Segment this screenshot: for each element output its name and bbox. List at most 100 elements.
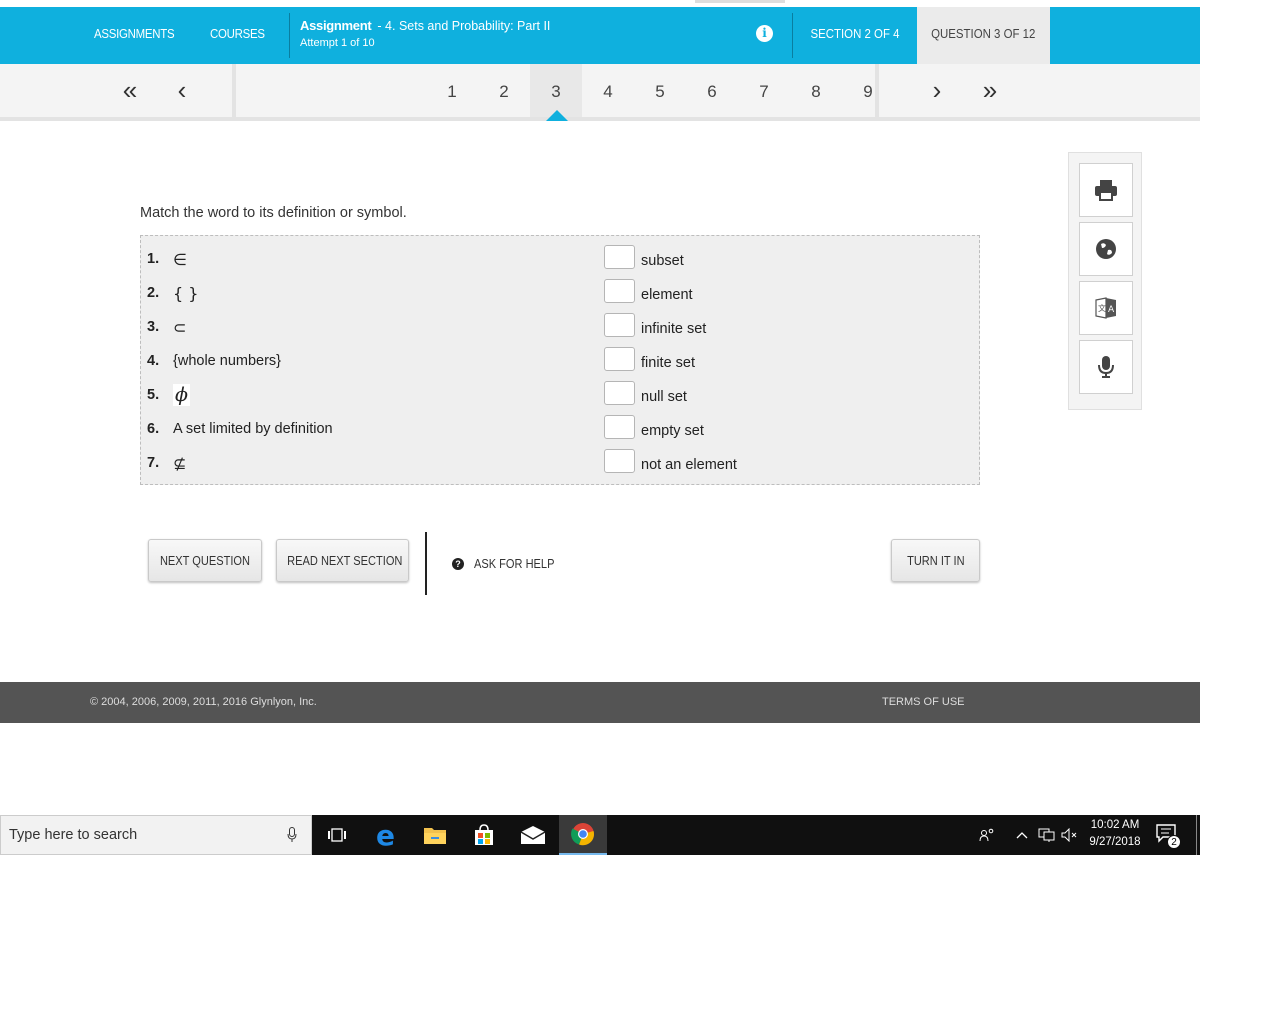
- actions-divider: [425, 532, 427, 595]
- term-text: {whole numbers}: [173, 353, 282, 369]
- notification-badge: 2: [1167, 835, 1181, 849]
- answer-input[interactable]: [604, 279, 635, 303]
- edge-browser-icon[interactable]: e: [363, 815, 411, 855]
- chevron-up-icon[interactable]: [1014, 815, 1030, 855]
- svg-text:A: A: [1108, 305, 1115, 315]
- answer-input[interactable]: [604, 245, 635, 269]
- term-row: 2. { }: [147, 276, 198, 310]
- browser-top-strip: [0, 0, 1200, 7]
- attempt-counter: Attempt 1 of 10: [300, 37, 375, 49]
- system-clock[interactable]: 10:02 AM 9/27/2018: [1084, 817, 1146, 851]
- assignment-name: - 4. Sets and Probability: Part II: [377, 19, 551, 33]
- answer-input[interactable]: [604, 313, 635, 337]
- question-number-5[interactable]: 5: [634, 64, 686, 117]
- clock-time: 10:02 AM: [1090, 819, 1140, 831]
- read-next-section-button[interactable]: READ NEXT SECTION: [276, 539, 409, 582]
- globe-button[interactable]: [1079, 222, 1133, 276]
- answer-input[interactable]: [604, 381, 635, 405]
- volume-muted-icon[interactable]: [1060, 815, 1080, 855]
- question-number-4[interactable]: 4: [582, 64, 634, 117]
- globe-icon: [1096, 239, 1116, 259]
- svg-text:文: 文: [1098, 303, 1106, 313]
- copyright-text: © 2004, 2006, 2009, 2011, 2016 Glynlyon,…: [90, 696, 317, 708]
- definition-row: infinite set: [604, 312, 706, 346]
- question-navigation: « ‹ 123456789 › »: [0, 64, 1200, 121]
- microphone-icon: [1098, 356, 1114, 378]
- translate-icon: A文: [1095, 297, 1116, 319]
- turn-it-in-label: TURN IT IN: [906, 553, 965, 568]
- microphone-button[interactable]: [1079, 340, 1133, 394]
- nav-separator: [875, 64, 879, 117]
- question-number-2[interactable]: 2: [478, 64, 530, 117]
- term-row: 6. A set limited by definition: [147, 412, 333, 446]
- print-icon: [1095, 180, 1117, 201]
- term-number: 1.: [147, 251, 160, 267]
- term-row: 1. ∈: [147, 242, 187, 276]
- assignments-link[interactable]: ASSIGNMENTS: [94, 7, 175, 64]
- term-text: ∈: [173, 249, 187, 269]
- action-center-icon[interactable]: 2: [1155, 823, 1181, 849]
- file-explorer-icon[interactable]: [411, 815, 459, 855]
- question-number-6[interactable]: 6: [686, 64, 738, 117]
- question-number-7[interactable]: 7: [738, 64, 790, 117]
- task-view-icon[interactable]: [313, 815, 361, 855]
- term-number: 6.: [147, 421, 160, 437]
- definition-row: not an element: [604, 448, 737, 482]
- read-next-section-label: READ NEXT SECTION: [287, 553, 403, 568]
- active-question-caret-icon: [546, 110, 568, 121]
- assignment-title: Assignment - 4. Sets and Probability: Par…: [300, 18, 550, 33]
- definition-text: infinite set: [641, 321, 707, 337]
- term-row: 4. {whole numbers}: [147, 344, 281, 378]
- answer-input[interactable]: [604, 449, 635, 473]
- definition-text: finite set: [641, 355, 695, 371]
- definition-text: subset: [641, 253, 684, 269]
- question-number-9[interactable]: 9: [842, 64, 894, 117]
- header-divider: [289, 13, 290, 58]
- svg-text:e: e: [376, 822, 395, 848]
- term-row: 5. ϕ: [147, 378, 190, 412]
- answer-input[interactable]: [604, 347, 635, 371]
- nav-separator: [232, 64, 236, 117]
- info-icon[interactable]: i: [756, 25, 773, 42]
- last-question-icon[interactable]: »: [975, 64, 1005, 117]
- taskbar-search-input[interactable]: Type here to search: [0, 815, 312, 855]
- section-indicator: SECTION 2 OF 4: [810, 26, 900, 41]
- previous-question-icon[interactable]: ‹: [167, 64, 197, 117]
- show-desktop-button[interactable]: [1196, 815, 1200, 855]
- term-row: 3. ⊂: [147, 310, 186, 344]
- turn-it-in-button[interactable]: TURN IT IN: [891, 539, 980, 582]
- definition-text: empty set: [641, 423, 704, 439]
- question-indicator: QUESTION 3 OF 12: [917, 7, 1050, 64]
- definition-row: null set: [604, 380, 687, 414]
- definition-text: null set: [641, 389, 687, 405]
- help-icon: ?: [452, 557, 464, 570]
- next-question-button[interactable]: NEXT QUESTION: [148, 539, 262, 582]
- next-question-icon[interactable]: ›: [922, 64, 952, 117]
- definition-text: element: [641, 287, 693, 303]
- chrome-icon[interactable]: [559, 815, 607, 855]
- ask-for-help-label: ASK FOR HELP: [474, 556, 555, 571]
- term-number: 5.: [147, 387, 160, 403]
- question-number-8[interactable]: 8: [790, 64, 842, 117]
- windows-taskbar: Type here to search e 10:02 AM 9/27/2018…: [0, 815, 1200, 855]
- term-text: ϕ: [173, 384, 190, 406]
- definition-row: finite set: [604, 346, 695, 380]
- question-prompt: Match the word to its definition or symb…: [140, 205, 407, 221]
- mail-icon[interactable]: [509, 815, 557, 855]
- ask-for-help-link[interactable]: ? ASK FOR HELP: [452, 556, 569, 571]
- courses-link[interactable]: COURSES: [210, 7, 265, 64]
- store-icon[interactable]: [460, 815, 508, 855]
- answer-input[interactable]: [604, 415, 635, 439]
- term-text: A set limited by definition: [173, 421, 333, 437]
- matching-area: 1. ∈ 2. { } 3. ⊂ 4. {whole numbers} 5. ϕ 6. A set l…: [140, 235, 980, 485]
- microphone-icon[interactable]: [287, 827, 297, 843]
- top-header-bar: ASSIGNMENTS COURSES Assignment - 4. Sets …: [0, 7, 1200, 64]
- question-number-1[interactable]: 1: [426, 64, 478, 117]
- print-button[interactable]: [1079, 163, 1133, 217]
- people-icon[interactable]: [976, 815, 998, 855]
- network-icon[interactable]: [1037, 815, 1057, 855]
- translate-button[interactable]: A文: [1079, 281, 1133, 335]
- first-question-icon[interactable]: «: [115, 64, 145, 117]
- definition-row: empty set: [604, 414, 704, 448]
- terms-of-use-link[interactable]: TERMS OF USE: [882, 696, 965, 708]
